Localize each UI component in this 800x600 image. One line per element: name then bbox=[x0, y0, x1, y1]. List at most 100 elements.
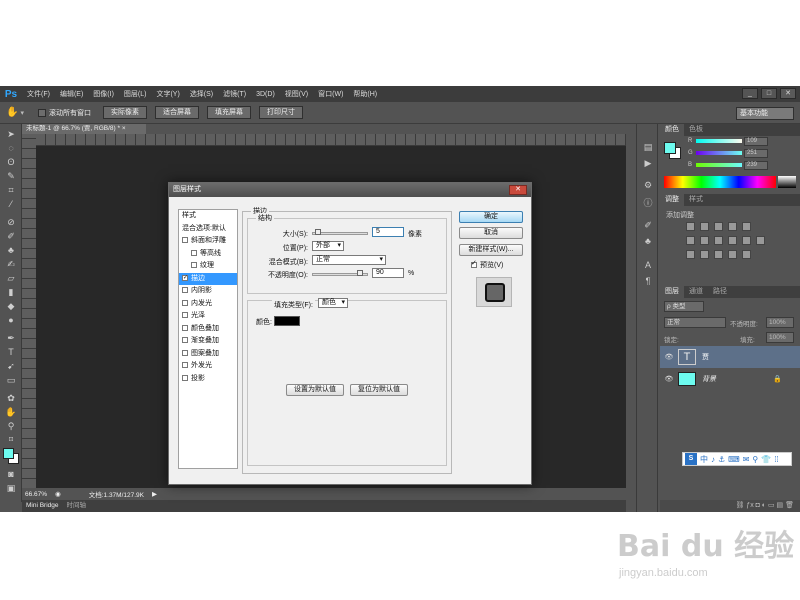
style-item[interactable]: ✓ 描边 bbox=[179, 272, 237, 285]
layer-row-text[interactable]: 👁 T 贾 bbox=[660, 346, 800, 368]
type-tool-icon[interactable]: T bbox=[4, 346, 18, 358]
style-item[interactable]: 斜面和浮雕 bbox=[179, 235, 237, 248]
style-item[interactable]: 渐变叠加 bbox=[179, 335, 237, 348]
screen-mode-icon[interactable]: ▣ bbox=[4, 482, 18, 494]
print-size-button[interactable]: 打印尺寸 bbox=[258, 106, 303, 119]
actual-pixels-button[interactable]: 实际像素 bbox=[102, 106, 147, 119]
menu-file[interactable]: 文件(F) bbox=[22, 89, 55, 99]
checkbox-icon[interactable] bbox=[182, 349, 188, 356]
menu-edit[interactable]: 编辑(E) bbox=[55, 89, 88, 99]
style-item[interactable]: 光泽 bbox=[179, 310, 237, 323]
selective-color-adjust-icon[interactable] bbox=[742, 250, 751, 259]
scroll-all-windows-option[interactable]: 滚动所有窗口 bbox=[37, 108, 91, 118]
ok-button[interactable]: 确定 bbox=[459, 211, 523, 223]
ime-logo-icon[interactable]: S bbox=[685, 453, 697, 465]
threshold-adjust-icon[interactable] bbox=[714, 250, 723, 259]
paragraph-panel-icon[interactable]: ¶ bbox=[641, 276, 655, 288]
size-input[interactable]: 5 bbox=[372, 227, 404, 237]
channel-g-slider[interactable] bbox=[696, 151, 742, 155]
history-panel-icon[interactable]: ▤ bbox=[641, 142, 655, 154]
checkbox-icon[interactable] bbox=[182, 299, 188, 306]
new-style-button[interactable]: 新建样式(W)... bbox=[459, 244, 523, 256]
style-item[interactable]: 内阴影 bbox=[179, 285, 237, 298]
visibility-eye-icon[interactable]: 👁 bbox=[660, 353, 678, 361]
exposure-adjust-icon[interactable] bbox=[728, 222, 737, 231]
color-lookup-adjust-icon[interactable] bbox=[756, 236, 765, 245]
fit-screen-button[interactable]: 适合屏幕 bbox=[154, 106, 199, 119]
style-item[interactable]: 图案叠加 bbox=[179, 348, 237, 361]
quick-mask-icon[interactable]: ◙ bbox=[4, 468, 18, 480]
dodge-tool-icon[interactable]: ● bbox=[4, 314, 18, 326]
blend-mode-select[interactable]: 正常 bbox=[312, 255, 386, 265]
ime-anchor-icon[interactable]: ⚓ bbox=[718, 455, 725, 464]
actions-panel-icon[interactable]: ▶ bbox=[641, 158, 655, 170]
style-item[interactable]: 外发光 bbox=[179, 360, 237, 373]
channel-b-slider[interactable] bbox=[696, 163, 742, 167]
layer-row-background[interactable]: 👁 背景 🔒 bbox=[660, 368, 800, 390]
stroke-color-swatch[interactable] bbox=[274, 316, 300, 326]
lasso-tool-icon[interactable]: ʘ bbox=[4, 156, 18, 168]
layer-opacity-value[interactable]: 100% bbox=[766, 317, 794, 328]
menu-view[interactable]: 视图(V) bbox=[280, 89, 313, 99]
brush-panel-icon[interactable]: ✐ bbox=[641, 220, 655, 232]
ime-music-icon[interactable]: ♪ bbox=[711, 455, 715, 464]
hand-tool-icon[interactable]: ✋ bbox=[6, 107, 18, 118]
workspace-select[interactable]: 基本功能 bbox=[736, 107, 794, 120]
checkbox-icon[interactable] bbox=[182, 312, 188, 319]
layer-name[interactable]: 贾 bbox=[702, 352, 709, 362]
foreground-color-swatch[interactable] bbox=[3, 448, 14, 459]
hand-tool-icon[interactable]: ✋ bbox=[4, 406, 18, 418]
gradient-map-adjust-icon[interactable] bbox=[728, 250, 737, 259]
3d-tool-icon[interactable]: ✿ bbox=[4, 392, 18, 404]
tab-paths[interactable]: 路径 bbox=[708, 286, 732, 298]
set-default-button[interactable]: 设置为默认值 bbox=[286, 384, 344, 396]
visibility-eye-icon[interactable]: 👁 bbox=[660, 375, 678, 383]
document-tab[interactable]: 未标题-1 @ 66.7% (贾, RGB/8) * × bbox=[22, 124, 146, 134]
channel-g-value[interactable]: 251 bbox=[744, 149, 768, 158]
crop-tool-icon[interactable]: ⌗ bbox=[4, 184, 18, 196]
style-item[interactable]: 投影 bbox=[179, 373, 237, 386]
ime-menu-icon[interactable]: ⁞⁞ bbox=[774, 455, 778, 464]
menu-3d[interactable]: 3D(D) bbox=[251, 91, 280, 98]
posterize-adjust-icon[interactable] bbox=[700, 250, 709, 259]
default-colors-icon[interactable]: ⊡ bbox=[4, 434, 18, 446]
menu-type[interactable]: 文字(Y) bbox=[151, 89, 184, 99]
tab-close-icon[interactable]: × bbox=[122, 125, 126, 132]
ime-skin-icon[interactable]: 👕 bbox=[761, 455, 771, 464]
quick-select-tool-icon[interactable]: ✎ bbox=[4, 170, 18, 182]
style-item[interactable]: 内发光 bbox=[179, 298, 237, 311]
ime-search-icon[interactable]: ⚲ bbox=[752, 455, 758, 464]
opacity-input[interactable]: 90 bbox=[372, 268, 404, 278]
healing-brush-tool-icon[interactable]: ⊘ bbox=[4, 216, 18, 228]
scroll-all-checkbox[interactable] bbox=[37, 108, 46, 117]
preview-checkbox-checked-icon[interactable]: ✓ bbox=[471, 260, 477, 269]
tab-adjustments[interactable]: 调整 bbox=[660, 194, 684, 206]
checkbox-icon[interactable] bbox=[182, 362, 188, 369]
color-spectrum-ramp[interactable] bbox=[664, 176, 776, 188]
tab-swatches[interactable]: 色板 bbox=[684, 124, 708, 136]
tool-preset-dropdown-icon[interactable]: ▾ bbox=[20, 109, 24, 117]
ime-keyboard-icon[interactable]: ⌨ bbox=[728, 455, 740, 464]
style-item[interactable]: 等高线 bbox=[179, 248, 237, 261]
photo-filter-adjust-icon[interactable] bbox=[728, 236, 737, 245]
preview-option[interactable]: ✓ 预览(V) bbox=[471, 260, 503, 270]
channel-mixer-adjust-icon[interactable] bbox=[742, 236, 751, 245]
invert-adjust-icon[interactable] bbox=[686, 250, 695, 259]
checkbox-icon[interactable] bbox=[191, 249, 197, 256]
ime-mail-icon[interactable]: ✉ bbox=[743, 455, 750, 464]
layer-fill-value[interactable]: 100% bbox=[766, 332, 794, 343]
brush-tool-icon[interactable]: ✐ bbox=[4, 230, 18, 242]
brightness-adjust-icon[interactable] bbox=[686, 222, 695, 231]
tab-mini-bridge[interactable]: Mini Bridge bbox=[26, 500, 59, 512]
black-white-ramp[interactable] bbox=[778, 176, 796, 188]
channel-r-slider[interactable] bbox=[696, 139, 742, 143]
cancel-button[interactable]: 取消 bbox=[459, 227, 523, 239]
layer-kind-filter[interactable]: ρ 类型 bbox=[664, 301, 704, 312]
checkbox-icon[interactable] bbox=[182, 324, 188, 331]
zoom-level[interactable]: 66.67% bbox=[25, 491, 47, 498]
color-fg-swatch[interactable] bbox=[664, 142, 676, 154]
opacity-slider-knob[interactable] bbox=[357, 270, 363, 276]
character-panel-icon[interactable]: A bbox=[641, 260, 655, 272]
history-brush-tool-icon[interactable]: ✍ bbox=[4, 258, 18, 270]
menu-image[interactable]: 图像(I) bbox=[88, 89, 119, 99]
